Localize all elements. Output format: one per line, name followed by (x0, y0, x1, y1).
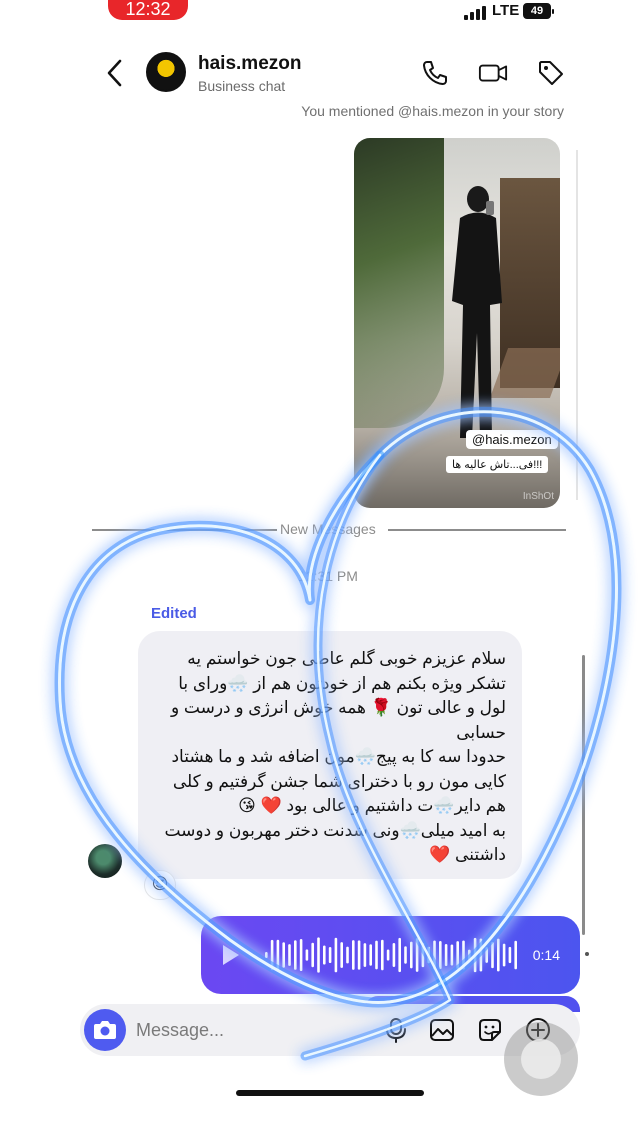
chat-subtitle: Business chat (198, 78, 286, 94)
waveform-bar (450, 944, 454, 966)
story-preview[interactable]: @hais.mezon فی...تاش عالیه ها!!! InShOt (354, 138, 560, 508)
chat-username[interactable]: hais.mezon (198, 53, 301, 75)
story-scrollbar (576, 150, 578, 500)
waveform-bar (352, 940, 355, 970)
bottom-margin (0, 1108, 640, 1136)
avatar[interactable] (146, 52, 186, 92)
waveform-bar (294, 940, 297, 970)
message-timestamp: 12:31 PM (298, 568, 358, 584)
waveform-bar (299, 938, 303, 972)
waveform-bar (404, 946, 407, 964)
voice-duration: 0:14 (532, 947, 560, 963)
waveform-bar (386, 949, 390, 961)
waveform-bar (497, 938, 500, 972)
network-type: LTE (492, 2, 520, 19)
waveform-bar (444, 943, 448, 967)
waveform-bar (375, 940, 378, 970)
more-dot-icon[interactable] (585, 952, 589, 956)
waveform-bar (323, 945, 326, 965)
waveform-bar (270, 939, 274, 971)
waveform-bar (363, 943, 367, 967)
waveform-bar (328, 946, 332, 964)
waveform-bar (357, 940, 361, 970)
phone-icon[interactable] (420, 58, 450, 88)
story-mention-tag: @hais.mezon (466, 430, 558, 449)
chat-screen: 12:32 LTE 49 hais.mezon Business chat Yo… (68, 0, 590, 1108)
waveform-bar (456, 941, 459, 969)
play-icon[interactable] (221, 943, 241, 967)
waveform-bar (502, 943, 506, 967)
waveform-bar (317, 937, 320, 973)
waveform-bar (427, 946, 430, 964)
waveform-bar (514, 940, 517, 970)
status-time: 12:32 (108, 0, 188, 20)
assistive-touch-button[interactable] (504, 1022, 578, 1096)
story-watermark: InShOt (522, 491, 554, 502)
divider-left (92, 529, 277, 531)
new-messages-label: New Messages (280, 521, 376, 537)
waveform-bar (276, 939, 280, 971)
waveform-bar (288, 944, 291, 966)
waveform-bar (468, 949, 471, 961)
waveform-bar (282, 942, 285, 968)
waveform-bar (369, 944, 372, 966)
microphone-icon[interactable] (382, 1016, 410, 1044)
home-indicator[interactable] (236, 1090, 424, 1096)
signal-icon (464, 6, 486, 20)
waveform-bar (410, 941, 413, 969)
camera-icon (94, 1021, 116, 1039)
waveform-bar (439, 940, 442, 970)
story-plant (354, 138, 444, 428)
message-reaction[interactable]: 😍 (144, 870, 176, 900)
message-input[interactable] (136, 1016, 356, 1044)
incoming-message[interactable]: سلام عزیزم خوبی گلم عاطی جون خواستم یه ت… (138, 631, 522, 879)
waveform-bar (508, 946, 512, 964)
camera-button[interactable] (84, 1009, 126, 1051)
waveform-bar (485, 947, 488, 963)
waveform-bar (265, 952, 268, 958)
chat-scrollbar[interactable] (582, 655, 585, 935)
tag-icon[interactable] (536, 58, 566, 88)
voice-message[interactable]: 0:14 (201, 916, 580, 994)
story-person (452, 186, 502, 438)
waveform-bar (334, 937, 338, 973)
waveform-bar (421, 942, 425, 968)
sender-avatar[interactable] (88, 844, 122, 878)
video-camera-icon[interactable] (478, 58, 508, 88)
edited-label: Edited (151, 605, 197, 622)
waveform-bar (346, 946, 349, 964)
waveform-bar (473, 937, 477, 973)
back-chevron-icon[interactable] (100, 56, 130, 90)
waveform-bar (415, 938, 419, 972)
sticker-icon[interactable] (476, 1016, 504, 1044)
gallery-icon[interactable] (428, 1016, 456, 1044)
voice-waveform (265, 937, 517, 973)
waveform-bar (381, 939, 384, 971)
waveform-bar (479, 938, 483, 972)
waveform-bar (491, 941, 494, 969)
waveform-bar (305, 949, 309, 961)
divider-right (388, 529, 566, 531)
waveform-bar (311, 942, 314, 968)
waveform-bar (398, 937, 401, 973)
waveform-bar (340, 942, 343, 968)
battery-icon: 49 (523, 3, 554, 19)
waveform-bar (433, 940, 436, 970)
story-mention-note: You mentioned @hais.mezon in your story (301, 103, 564, 119)
waveform-bar (392, 943, 396, 967)
waveform-bar (462, 940, 465, 970)
story-caption: فی...تاش عالیه ها!!! (446, 456, 549, 473)
